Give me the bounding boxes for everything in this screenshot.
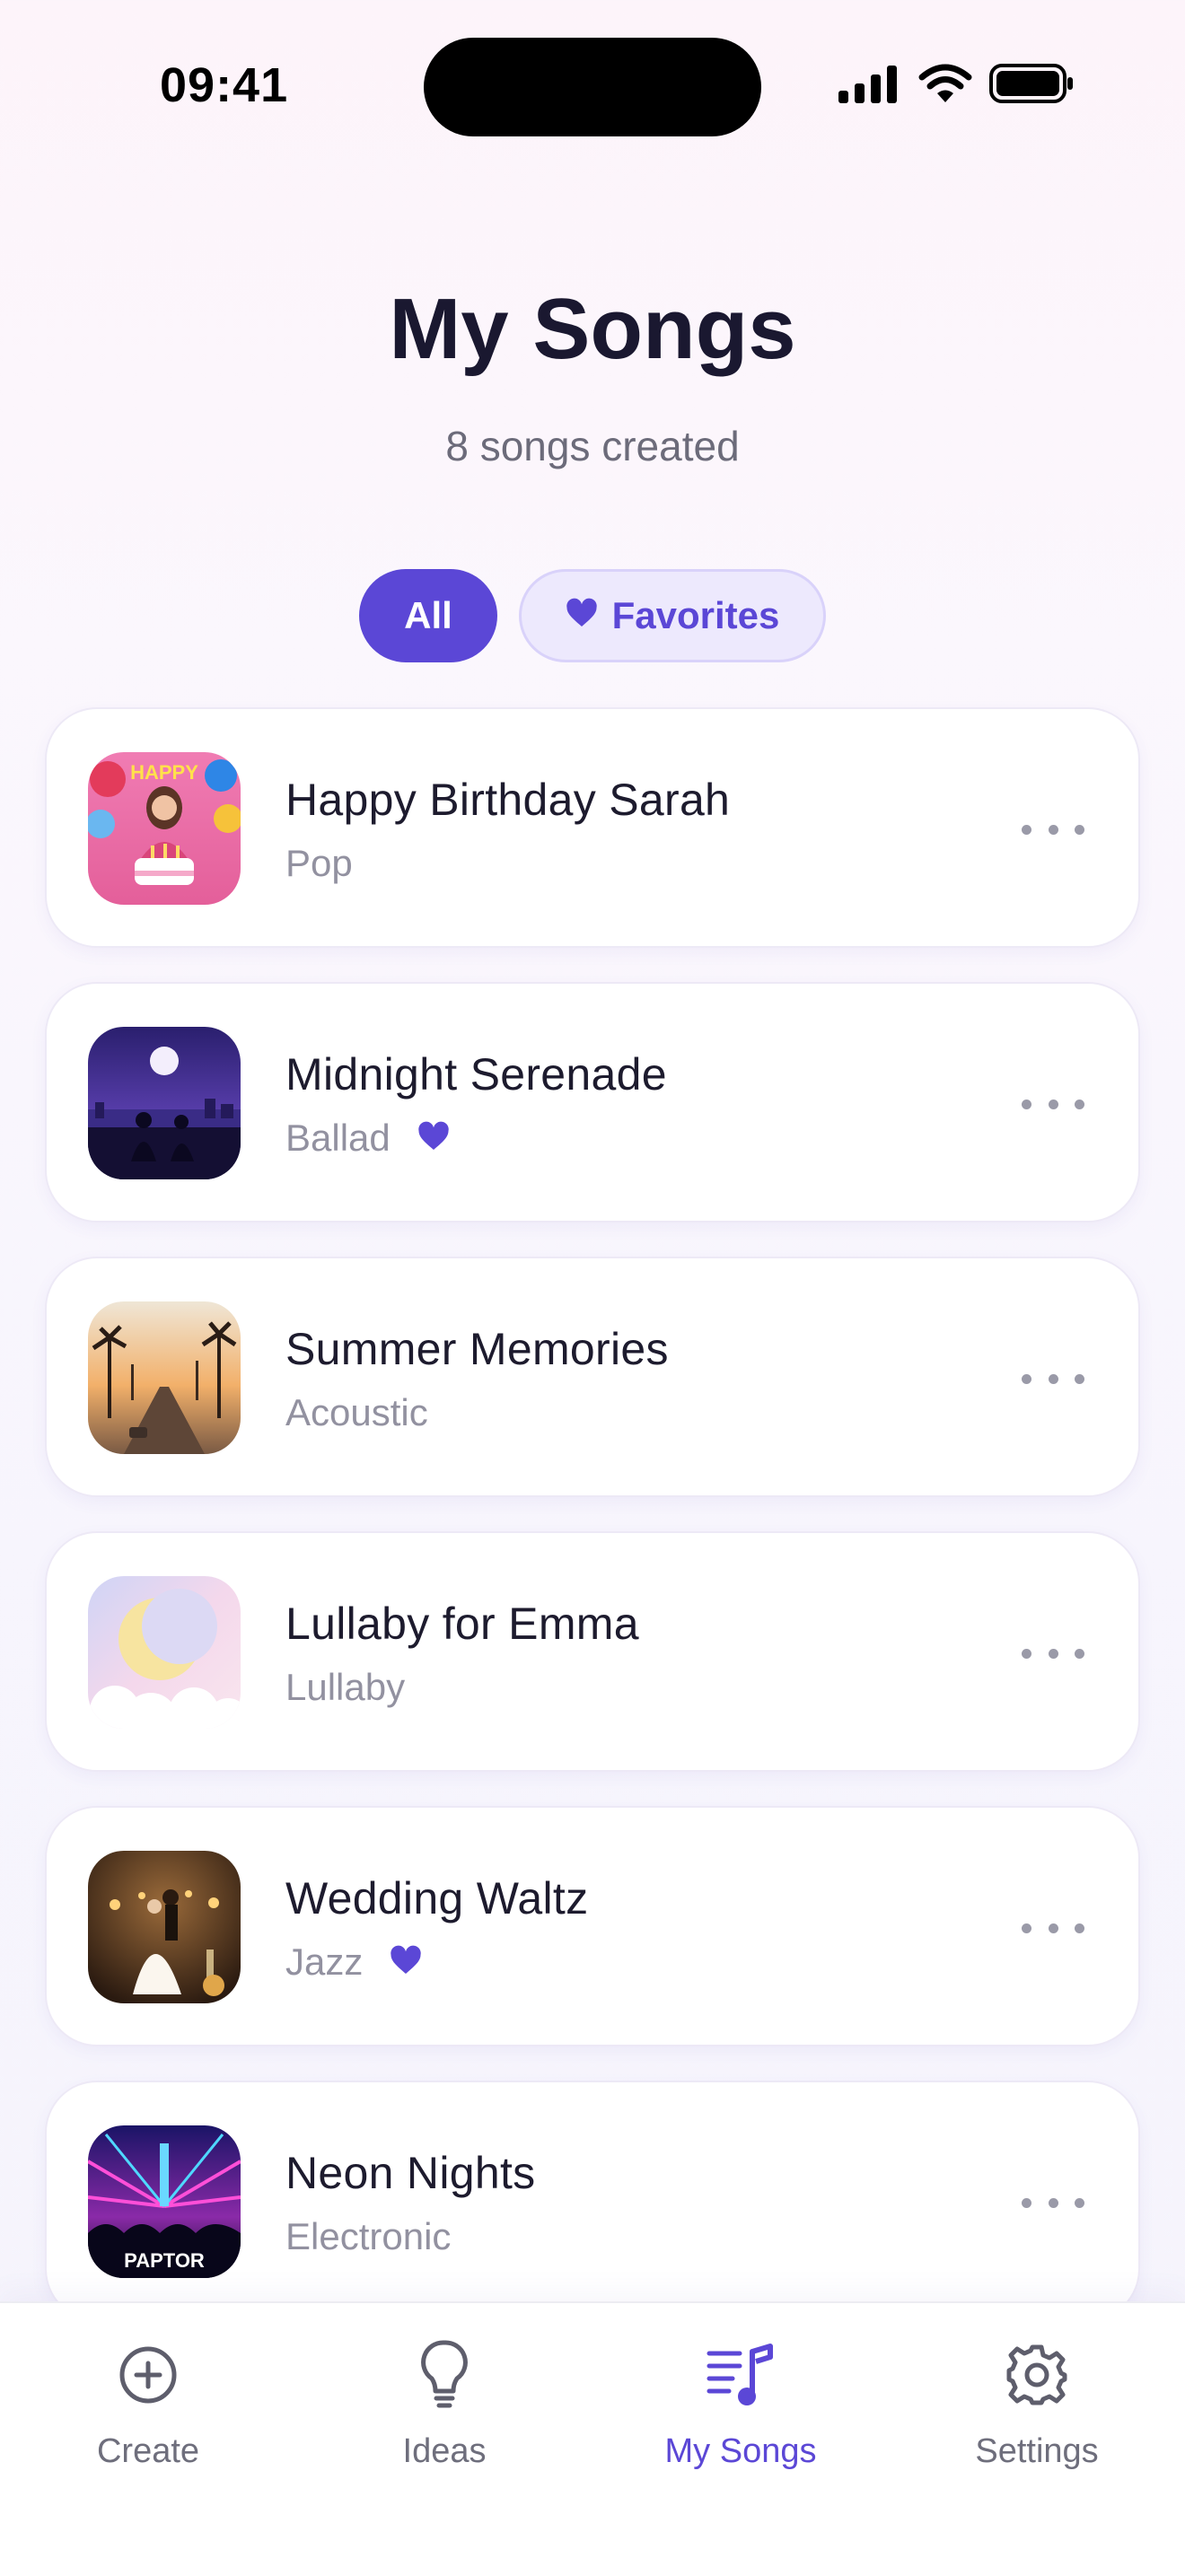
tab-create-label: Create <box>96 2432 200 2470</box>
tab-bar: Create Ideas My Songs Settings <box>0 2301 1185 2576</box>
more-options-icon[interactable] <box>1022 1088 1084 1120</box>
more-options-icon[interactable] <box>1022 1912 1084 1944</box>
tab-my-songs-label: My Songs <box>664 2432 817 2470</box>
song-artwork: HAPPY <box>88 752 241 905</box>
tab-ideas[interactable]: Ideas <box>296 2339 592 2471</box>
more-options-icon[interactable] <box>1022 1637 1084 1669</box>
song-meta: Jazz <box>285 1941 422 1984</box>
song-genre: Electronic <box>285 2215 452 2257</box>
song-title: Lullaby for Emma <box>285 1599 639 1649</box>
song-artwork <box>88 1576 241 1729</box>
song-genre: Acoustic <box>285 1391 428 1433</box>
status-time: 09:41 <box>160 58 289 112</box>
song-artwork <box>88 1027 241 1179</box>
tab-create[interactable]: Create <box>0 2339 296 2471</box>
more-options-icon[interactable] <box>1022 2186 1084 2219</box>
filter-favorites-chip[interactable]: Favorites <box>519 569 826 662</box>
song-genre: Lullaby <box>285 1666 406 1708</box>
filter-chips: All Favorites <box>0 569 1185 662</box>
favorite-heart-icon <box>390 1945 422 1980</box>
song-card[interactable]: Midnight Serenade Ballad <box>45 982 1140 1222</box>
song-card[interactable]: PAPTOR Neon Nights Electronic <box>45 2081 1140 2321</box>
wifi-icon <box>917 63 973 109</box>
song-meta: Electronic <box>285 2215 451 2258</box>
song-genre: Ballad <box>285 1117 391 1159</box>
more-options-icon[interactable] <box>1022 813 1084 846</box>
song-genre: Pop <box>285 842 353 884</box>
song-card[interactable]: Summer Memories Acoustic <box>45 1257 1140 1497</box>
lightbulb-icon <box>296 2339 592 2411</box>
status-icons <box>837 63 1074 108</box>
song-genre: Jazz <box>285 1941 364 1983</box>
tab-settings-label: Settings <box>975 2432 1099 2470</box>
song-meta: Acoustic <box>285 1391 428 1434</box>
song-meta: Ballad <box>285 1117 450 1160</box>
tab-settings[interactable]: Settings <box>889 2339 1185 2471</box>
song-artwork: PAPTOR <box>88 2125 241 2278</box>
song-meta: Lullaby <box>285 1666 405 1709</box>
tab-my-songs[interactable]: My Songs <box>592 2339 889 2471</box>
heart-icon <box>566 594 598 637</box>
tab-ideas-label: Ideas <box>402 2432 487 2470</box>
filter-favorites-label: Favorites <box>611 594 780 636</box>
song-title: Summer Memories <box>285 1324 669 1374</box>
song-card[interactable]: HAPPY Happy Birthday Sarah Pop <box>45 707 1140 948</box>
page-title: My Songs <box>389 281 796 377</box>
status-bar: 09:41 <box>0 0 1185 136</box>
song-artwork <box>88 1851 241 2003</box>
song-title: Wedding Waltz <box>285 1873 589 1923</box>
dynamic-island <box>424 38 761 136</box>
song-count: 8 songs created <box>445 423 740 469</box>
song-artwork <box>88 1301 241 1454</box>
music-list-icon <box>592 2339 889 2411</box>
song-card[interactable]: Lullaby for Emma Lullaby <box>45 1531 1140 1772</box>
filter-all-chip[interactable]: All <box>359 569 497 662</box>
plus-circle-icon <box>0 2339 296 2411</box>
song-title: Midnight Serenade <box>285 1049 667 1100</box>
song-title: Neon Nights <box>285 2148 536 2198</box>
more-options-icon[interactable] <box>1022 1362 1084 1395</box>
svg-text:HAPPY: HAPPY <box>130 761 198 784</box>
favorite-heart-icon <box>417 1121 450 1156</box>
gear-icon <box>889 2339 1185 2411</box>
battery-icon <box>989 63 1074 109</box>
song-title: Happy Birthday Sarah <box>285 775 731 825</box>
svg-text:PAPTOR: PAPTOR <box>124 2249 205 2272</box>
song-meta: Pop <box>285 842 353 885</box>
cellular-signal-icon <box>837 64 900 108</box>
song-card[interactable]: Wedding Waltz Jazz <box>45 1806 1140 2046</box>
filter-all-label: All <box>404 594 452 636</box>
